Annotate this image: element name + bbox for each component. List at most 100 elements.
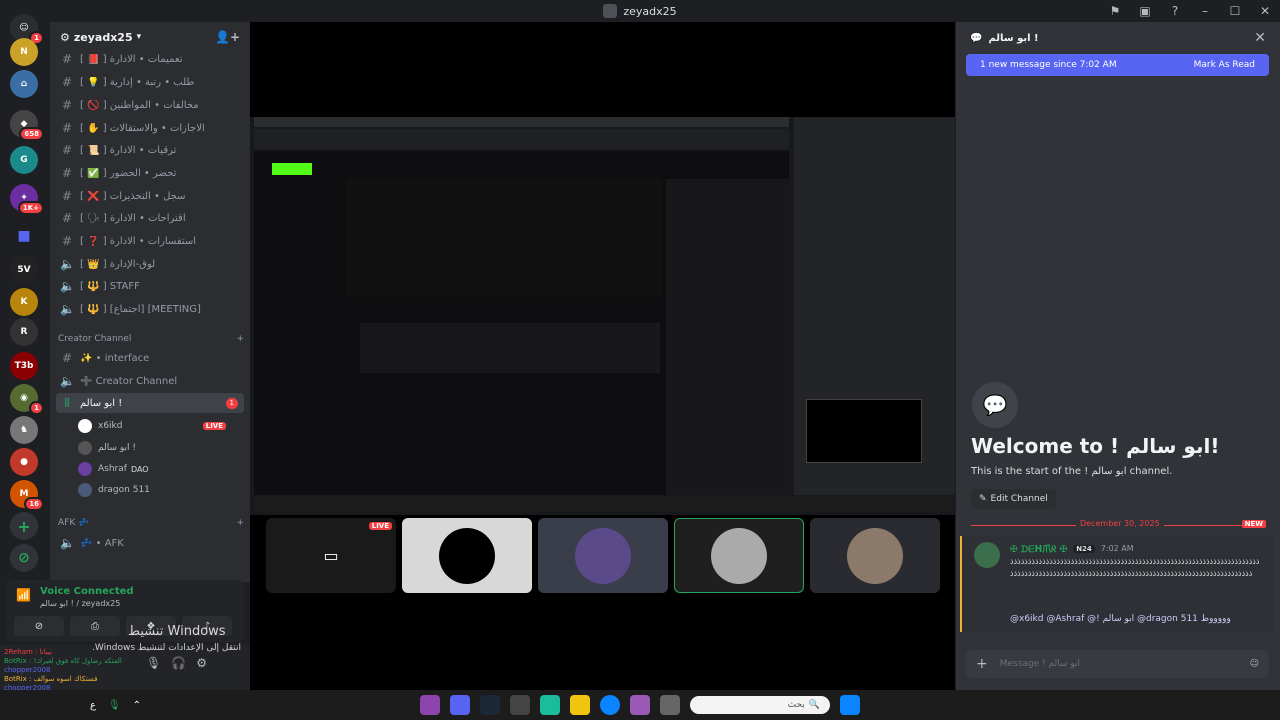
discover-icon[interactable]: ⊘ xyxy=(10,544,38,572)
screen-share-button[interactable]: ⎙ xyxy=(70,616,120,636)
participant-tile[interactable] xyxy=(538,518,668,593)
message-author[interactable]: ✠ ᗪᗴᕼ爪ᖇ ✠ xyxy=(1010,542,1067,555)
channel-item[interactable]: #[ 🚫 ] مخالفات • المواطنين xyxy=(56,95,244,115)
invite-icon[interactable]: 👤+ xyxy=(215,30,240,44)
window-title: zeyadx25 xyxy=(623,4,677,18)
chat-message[interactable]: ✠ ᗪᗴᕼ爪ᖇ ✠ N24 7:02 AM ذذذذذذذذذذذذذذذذذذ… xyxy=(960,536,1274,632)
help-icon[interactable]: ? xyxy=(1160,0,1190,22)
category-afk[interactable]: AFK 💤 + xyxy=(58,518,244,528)
channel-sidebar: ⚙ zeyadx25 ▾ 👤+ #[ 📕 ] تعميمات • الادارة… xyxy=(50,22,250,582)
participant-tile[interactable] xyxy=(674,518,804,593)
server-icon[interactable]: ◆ 658 xyxy=(10,110,44,141)
window-avatar xyxy=(603,4,618,18)
server-icon[interactable]: 5V xyxy=(10,256,38,284)
voice-channel-item[interactable]: 🔈[ 🔱 ] [اجتماع] [MEETING] xyxy=(56,299,244,319)
camera-off-button[interactable]: ⊘ xyxy=(14,616,64,636)
minimize-button[interactable]: – xyxy=(1190,0,1220,22)
speaker-icon: 🔈 xyxy=(60,374,75,388)
voice-channel-item[interactable]: 🔈 ➕ Creator Channel xyxy=(56,371,244,391)
active-voice-channel[interactable]: ⦀ ابو سالم ! 1 xyxy=(56,393,244,413)
voice-channel-path[interactable]: ابو سالم ! / zeyadx25 xyxy=(40,599,120,608)
folder-icon[interactable]: ■ xyxy=(10,222,38,250)
voice-user[interactable]: dragon 511 xyxy=(78,480,244,500)
voice-status[interactable]: Voice Connected xyxy=(40,586,134,597)
channel-item[interactable]: # ✨ • interface xyxy=(56,348,244,368)
channel-item[interactable]: #[ ❌ ] سجل • التحذيرات xyxy=(56,186,244,206)
participant-tile[interactable]: LIVE ▭ xyxy=(266,518,396,593)
server-icon[interactable]: R xyxy=(10,318,38,346)
server-icon[interactable]: ♞ xyxy=(10,416,38,444)
app-icon[interactable] xyxy=(420,695,440,715)
edge-icon[interactable] xyxy=(600,695,620,715)
channel-item[interactable]: #[ 🗣 ] اقتراحات • الادارة xyxy=(56,208,244,228)
folder-icon[interactable] xyxy=(570,695,590,715)
close-window-button[interactable]: ✕ xyxy=(1250,0,1280,22)
plus-icon[interactable]: + xyxy=(236,334,244,344)
voice-user[interactable]: Ashraf DAO xyxy=(78,459,244,479)
channel-item[interactable]: #[ ❓ ] استفسارات • الادارة xyxy=(56,231,244,251)
channel-item[interactable]: #[ 📜 ] ترقيات • الادارة xyxy=(56,140,244,160)
taskbar-search[interactable]: بحث 🔍 xyxy=(690,696,830,714)
screen-icon[interactable]: ▣ xyxy=(1130,0,1160,22)
category-creator[interactable]: Creator Channel + xyxy=(58,334,244,344)
screen-share-video[interactable] xyxy=(250,117,955,515)
server-icon[interactable]: N xyxy=(10,38,38,66)
guild-tag: DAO xyxy=(130,464,149,474)
maximize-button[interactable]: ☐ xyxy=(1220,0,1250,22)
server-icon[interactable]: K xyxy=(10,288,38,316)
mic-icon[interactable]: 🎙 xyxy=(146,656,161,670)
mention-count: 1 xyxy=(225,397,238,409)
voice-user[interactable]: x6ikd LIVE xyxy=(78,416,244,436)
plus-icon[interactable]: + xyxy=(236,518,244,528)
server-icon[interactable]: ◉ 1 xyxy=(10,384,44,415)
keyboard-language[interactable]: ع xyxy=(90,700,96,711)
windows-start-icon[interactable] xyxy=(840,695,860,715)
channel-item[interactable]: #[ 💡 ] طلب • رتبة • إدارية xyxy=(56,72,244,92)
server-icon[interactable]: M 16 xyxy=(10,480,44,511)
headphones-icon[interactable]: 🎧 xyxy=(171,656,186,670)
text-chat-panel: 💬 ابو سالم ! ✕ 1 new message since 7:02 … xyxy=(956,22,1280,690)
task-view-icon[interactable] xyxy=(660,695,680,715)
avatar xyxy=(78,419,92,433)
hash-icon: # xyxy=(61,189,73,203)
channel-item[interactable]: #[ ✅ ] تحضر • الحضور xyxy=(56,163,244,183)
participant-tile[interactable] xyxy=(402,518,532,593)
server-icon[interactable]: T3b xyxy=(10,352,38,380)
app-icon[interactable] xyxy=(540,695,560,715)
server-icon[interactable]: G xyxy=(10,146,38,174)
emoji-icon[interactable]: ☺ xyxy=(1250,659,1259,669)
voice-user[interactable]: ابو سالم ! xyxy=(78,438,244,458)
server-icon[interactable]: ⌂ xyxy=(10,70,38,98)
voice-channel-item[interactable]: 🔈 💤 • AFK xyxy=(56,533,244,553)
app-icon[interactable] xyxy=(630,695,650,715)
voice-channel-item[interactable]: 🔈[ 🔱 ] STAFF xyxy=(56,276,244,296)
chat-bubble-icon: 💬 xyxy=(970,32,983,44)
steam-icon[interactable] xyxy=(480,695,500,715)
mic-icon[interactable]: 🎙 xyxy=(108,700,121,711)
guild-header[interactable]: ⚙ zeyadx25 ▾ 👤+ xyxy=(50,22,250,52)
chevron-up-icon[interactable]: ⌃ xyxy=(133,700,141,711)
avatar[interactable] xyxy=(974,542,1000,568)
inbox-icon[interactable]: ⚑ xyxy=(1100,0,1130,22)
close-icon[interactable]: ✕ xyxy=(1254,30,1266,46)
edit-channel-button[interactable]: ✎ Edit Channel xyxy=(971,489,1056,509)
gear-icon[interactable]: ⚙ xyxy=(196,656,207,670)
message-mentions[interactable]: @x6ikd @Ashraf @! ابو سالم @dragon 511 و… xyxy=(1010,614,1231,624)
plus-icon[interactable]: + xyxy=(976,656,988,672)
server-icon[interactable]: ✦ 1K+ xyxy=(10,184,44,215)
app-icon[interactable] xyxy=(510,695,530,715)
voice-channel-item[interactable]: 🔈[ 👑 ] لوق-الإدارة xyxy=(56,254,244,274)
participant-tile[interactable] xyxy=(810,518,940,593)
badge: 1 xyxy=(29,401,44,415)
server-icon[interactable]: ● xyxy=(10,448,38,476)
avatar xyxy=(575,527,631,584)
pencil-icon: ✎ xyxy=(979,494,987,504)
message-input[interactable]: + Message ! ابو سالم ☺ xyxy=(966,650,1269,678)
mark-as-read-button[interactable]: Mark As Read xyxy=(1194,60,1255,70)
voice-wave-icon: ⦀ xyxy=(64,395,70,410)
add-server-icon[interactable]: + xyxy=(10,512,38,540)
new-message-banner[interactable]: 1 new message since 7:02 AM Mark As Read xyxy=(966,54,1269,76)
channel-item[interactable]: #[ 📕 ] تعميمات • الادارة xyxy=(56,49,244,69)
discord-icon[interactable] xyxy=(450,695,470,715)
channel-item[interactable]: #[ ✋ ] الاجازات • والاستقالات xyxy=(56,118,244,138)
